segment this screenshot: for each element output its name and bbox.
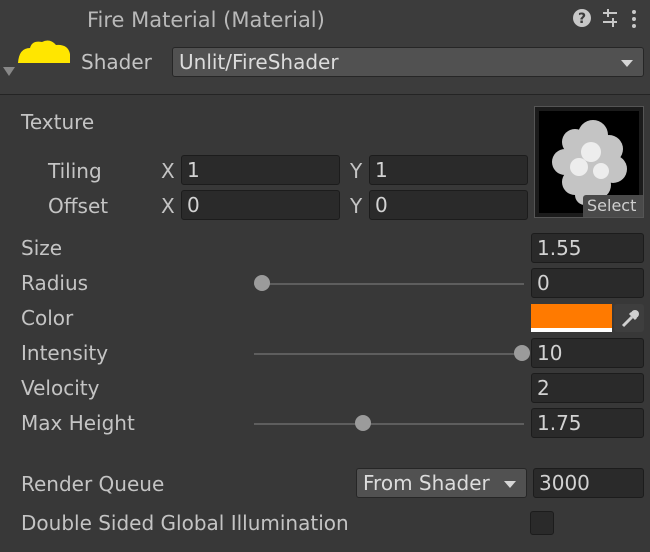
offset-y-label: Y: [350, 194, 363, 218]
texture-label: Texture: [21, 110, 95, 134]
intensity-label: Intensity: [21, 341, 109, 365]
tiling-y-label: Y: [350, 159, 363, 183]
radius-slider-thumb[interactable]: [254, 275, 270, 291]
maxheight-label: Max Height: [21, 411, 135, 435]
velocity-field[interactable]: 2: [531, 373, 644, 403]
maxheight-slider-thumb[interactable]: [355, 415, 372, 431]
size-label: Size: [21, 236, 63, 260]
double-sided-gi-checkbox[interactable]: [530, 511, 554, 535]
eyedropper-icon: [621, 310, 639, 328]
color-swatch[interactable]: [531, 304, 612, 332]
maxheight-slider-track[interactable]: [254, 423, 524, 425]
more-menu-icon[interactable]: [629, 8, 639, 35]
shader-dropdown[interactable]: Unlit/FireShader: [172, 47, 644, 77]
tiling-label: Tiling: [48, 159, 102, 183]
tiling-y-field[interactable]: 1: [369, 155, 528, 185]
preset-sliders-icon[interactable]: [600, 8, 620, 33]
size-field[interactable]: 1.55: [531, 233, 644, 263]
material-preview-icon: [18, 40, 70, 63]
chevron-down-icon: [621, 60, 633, 67]
offset-y-field[interactable]: 0: [369, 190, 528, 220]
foldout-arrow-icon[interactable]: [3, 67, 15, 76]
offset-x-label: X: [161, 194, 175, 218]
render-queue-dropdown[interactable]: From Shader: [356, 468, 527, 498]
color-label: Color: [21, 306, 74, 330]
material-header: Fire Material (Material) ? Shader Unlit/…: [0, 0, 650, 95]
double-sided-gi-label: Double Sided Global Illumination: [21, 511, 349, 535]
render-queue-field[interactable]: 3000: [533, 468, 644, 498]
eyedropper-button[interactable]: [614, 304, 644, 332]
select-label: Select: [587, 196, 637, 215]
radius-label: Radius: [21, 271, 89, 295]
chevron-down-icon: [504, 481, 516, 488]
help-icon[interactable]: ?: [572, 8, 592, 33]
shader-value: Unlit/FireShader: [179, 50, 339, 74]
render-queue-label: Render Queue: [21, 472, 165, 496]
texture-slot[interactable]: Select: [534, 106, 644, 218]
radius-slider-track[interactable]: [254, 283, 524, 285]
render-queue-mode: From Shader: [363, 471, 490, 495]
texture-select-button[interactable]: Select: [583, 195, 643, 217]
tiling-x-label: X: [161, 159, 175, 183]
tiling-x-field[interactable]: 1: [181, 155, 340, 185]
intensity-slider-track[interactable]: [254, 353, 524, 355]
intensity-slider-thumb[interactable]: [514, 345, 530, 361]
shader-label: Shader: [81, 50, 152, 74]
svg-text:?: ?: [578, 11, 586, 27]
offset-x-field[interactable]: 0: [181, 190, 340, 220]
maxheight-field[interactable]: 1.75: [531, 408, 644, 438]
intensity-field[interactable]: 10: [531, 338, 644, 368]
header-title: Fire Material (Material): [87, 8, 325, 32]
velocity-label: Velocity: [21, 376, 100, 400]
offset-label: Offset: [48, 194, 109, 218]
radius-field[interactable]: 0: [531, 268, 644, 298]
